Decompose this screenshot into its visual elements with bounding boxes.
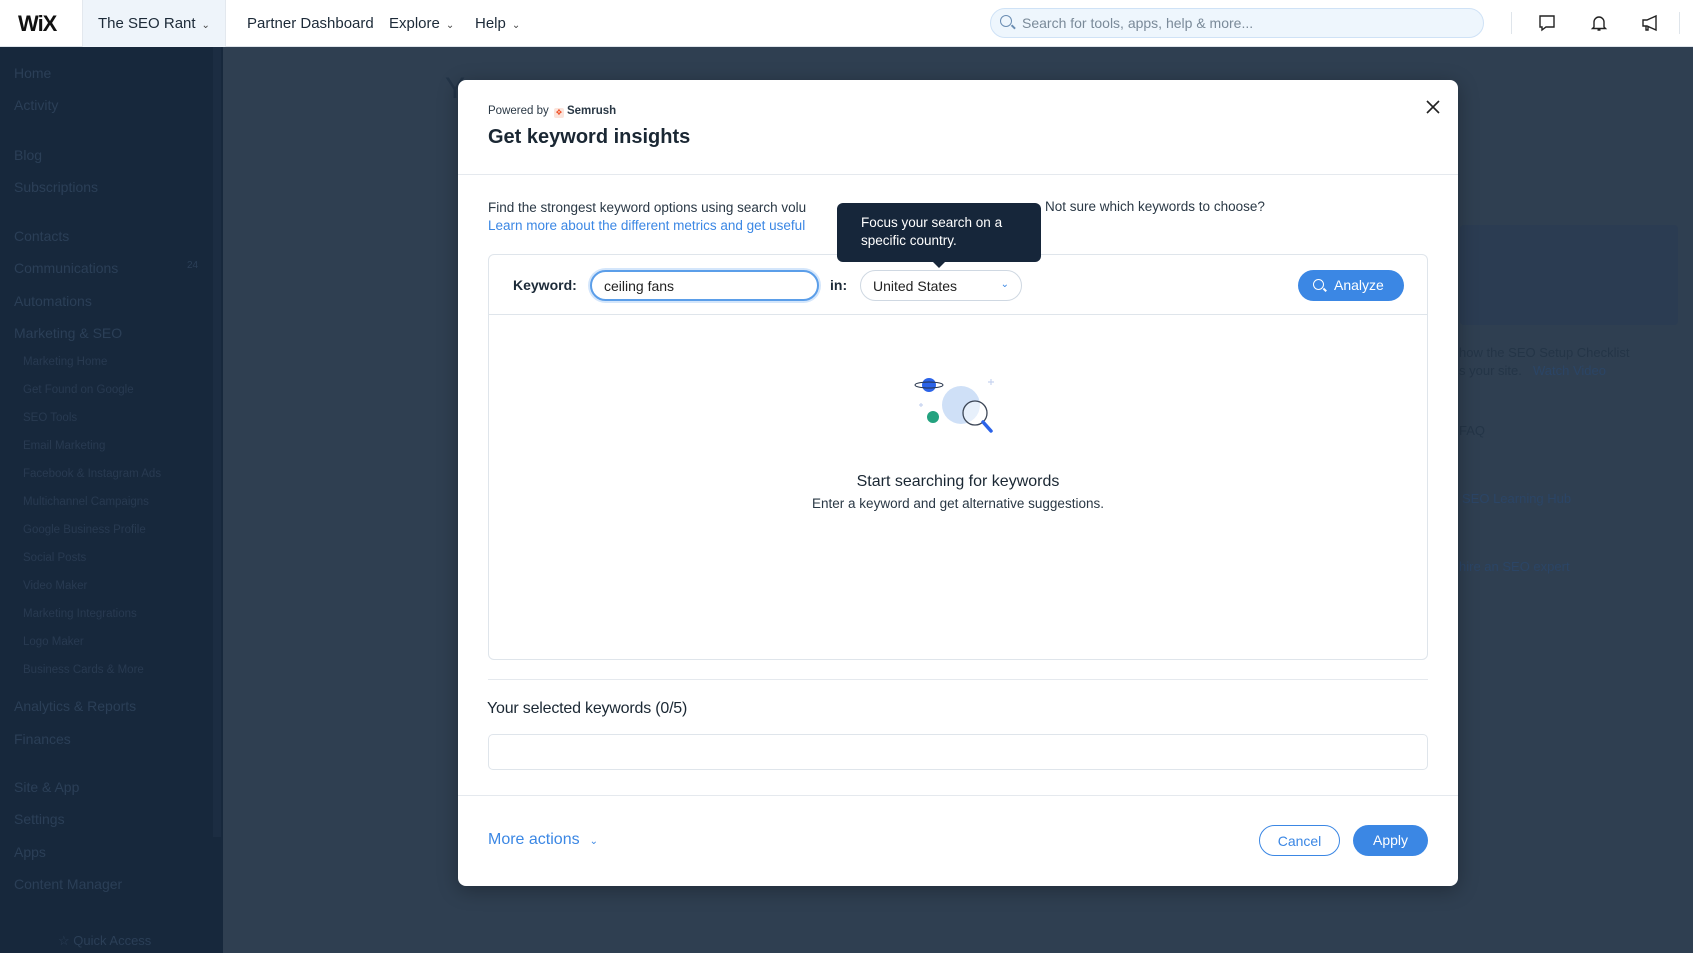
chevron-down-icon: ⌄ bbox=[1000, 279, 1009, 290]
sidebar-item-finances[interactable]: Finances bbox=[14, 731, 71, 747]
star-icon: ☆ bbox=[58, 933, 74, 948]
cancel-button[interactable]: Cancel bbox=[1259, 825, 1340, 856]
selected-keywords-title: Your selected keywords (0/5) bbox=[487, 700, 688, 717]
in-label: in: bbox=[830, 277, 848, 293]
search-icon bbox=[1313, 279, 1324, 290]
more-actions-label: More actions bbox=[488, 831, 580, 848]
powered-by: Powered by ❖ Semrush bbox=[488, 105, 616, 118]
sidebar-subitem[interactable]: Facebook & Instagram Ads bbox=[23, 468, 161, 480]
provider-name: Semrush bbox=[566, 105, 617, 117]
nav-help-label: Help bbox=[475, 15, 506, 32]
chevron-down-icon: ⌄ bbox=[201, 20, 210, 31]
divider bbox=[458, 795, 1458, 796]
sidebar-item-marketing-seo[interactable]: Marketing & SEO bbox=[14, 325, 122, 341]
nav-explore[interactable]: Explore ⌄ bbox=[389, 15, 454, 32]
keyword-search-row: Keyword: in: United States ⌄ Analyze bbox=[489, 255, 1427, 315]
communications-badge: 24 bbox=[187, 260, 199, 271]
nav-help[interactable]: Help ⌄ bbox=[475, 15, 520, 32]
site-name: The SEO Rant bbox=[98, 15, 196, 32]
checklist-illustration bbox=[1460, 225, 1678, 325]
keyword-insights-modal: Powered by ❖ Semrush Get keyword insights… bbox=[458, 80, 1458, 886]
sidebar-item-communications[interactable]: Communications bbox=[14, 260, 118, 276]
sidebar-item-activity[interactable]: Activity bbox=[14, 97, 58, 113]
search-icon bbox=[1000, 15, 1012, 27]
quick-access-label: Quick Access bbox=[73, 933, 152, 948]
keyword-input[interactable] bbox=[590, 270, 819, 301]
keyword-label: Keyword: bbox=[513, 277, 577, 293]
more-actions-button[interactable]: More actions ⌄ bbox=[488, 831, 598, 849]
sidebar-item-subscriptions[interactable]: Subscriptions bbox=[14, 179, 98, 195]
site-selector[interactable]: The SEO Rant ⌄ bbox=[82, 0, 226, 47]
description-end: Not sure which keywords to choose? bbox=[1045, 199, 1265, 214]
modal-title: Get keyword insights bbox=[488, 126, 691, 148]
bg-text: FAQ bbox=[1459, 423, 1486, 438]
bg-link[interactable]: hire an SEO expert bbox=[1459, 559, 1570, 574]
bg-text: s your site. bbox=[1459, 363, 1522, 378]
divider bbox=[488, 679, 1428, 680]
nav-partner-dashboard[interactable]: Partner Dashboard bbox=[247, 15, 374, 32]
sidebar-item-settings[interactable]: Settings bbox=[14, 811, 65, 827]
sidebar-item-apps[interactable]: Apps bbox=[14, 844, 46, 860]
top-bar: WiX The SEO Rant ⌄ Partner Dashboard Expl… bbox=[0, 0, 1693, 47]
analyze-label: Analyze bbox=[1334, 277, 1384, 293]
planet-search-illustration-icon bbox=[914, 378, 994, 433]
selected-keywords-box[interactable] bbox=[488, 734, 1428, 770]
divider bbox=[1511, 12, 1512, 34]
semrush-logo-icon: ❖ bbox=[553, 108, 564, 118]
search-input[interactable]: Search for tools, apps, help & more... bbox=[990, 8, 1484, 38]
powered-by-label: Powered by bbox=[488, 105, 549, 117]
bell-icon[interactable] bbox=[1589, 13, 1609, 33]
sidebar-subitem[interactable]: Marketing Integrations bbox=[23, 608, 137, 620]
country-select[interactable]: United States ⌄ bbox=[860, 270, 1022, 301]
sidebar-item-content-manager[interactable]: Content Manager bbox=[14, 876, 122, 892]
quick-access-button[interactable]: ☆ Quick Access bbox=[58, 933, 151, 949]
analyze-button[interactable]: Analyze bbox=[1298, 270, 1404, 301]
sidebar-item-contacts[interactable]: Contacts bbox=[14, 228, 69, 244]
divider bbox=[1679, 12, 1680, 34]
divider bbox=[458, 174, 1458, 175]
sidebar-subitem[interactable]: Video Maker bbox=[23, 580, 87, 592]
close-icon[interactable] bbox=[1423, 97, 1443, 117]
chevron-down-icon: ⌄ bbox=[445, 20, 455, 31]
empty-state-subtitle: Enter a keyword and get alternative sugg… bbox=[812, 496, 1104, 511]
sidebar-subitem[interactable]: Get Found on Google bbox=[23, 384, 134, 396]
sidebar-subitem[interactable]: Business Cards & More bbox=[23, 664, 144, 676]
learn-more-link[interactable]: Learn more about the different metrics a… bbox=[488, 218, 805, 233]
apply-button[interactable]: Apply bbox=[1353, 825, 1428, 856]
chevron-down-icon: ⌄ bbox=[589, 836, 598, 847]
empty-state-title: Start searching for keywords bbox=[856, 473, 1060, 490]
bg-text: how the SEO Setup Checklist bbox=[1459, 345, 1630, 360]
sidebar-item-home[interactable]: Home bbox=[14, 65, 51, 81]
sidebar-subitem[interactable]: Google Business Profile bbox=[23, 524, 146, 536]
sidebar-subitem[interactable]: Social Posts bbox=[23, 552, 86, 564]
sidebar-item-blog[interactable]: Blog bbox=[14, 147, 42, 163]
nav-explore-label: Explore bbox=[389, 15, 440, 32]
bg-link[interactable]: SEO Learning Hub bbox=[1462, 491, 1571, 506]
description-text: Find the strongest keyword options using… bbox=[488, 200, 807, 215]
country-value: United States bbox=[873, 278, 958, 294]
megaphone-icon[interactable] bbox=[1640, 13, 1660, 33]
chat-icon[interactable] bbox=[1537, 13, 1557, 33]
sidebar-item-analytics[interactable]: Analytics & Reports bbox=[14, 698, 136, 714]
watch-video-link[interactable]: Watch Video bbox=[1533, 363, 1606, 378]
sidebar-subitem[interactable]: Email Marketing bbox=[23, 440, 105, 452]
description: Find the strongest keyword options using… bbox=[488, 199, 806, 235]
keyword-search-panel: Keyword: in: United States ⌄ Analyze Star… bbox=[488, 254, 1428, 660]
sidebar-scrollbar[interactable] bbox=[213, 47, 221, 837]
sidebar-subitem[interactable]: Logo Maker bbox=[23, 636, 84, 648]
sidebar-item-automations[interactable]: Automations bbox=[14, 293, 92, 309]
sidebar-subitem[interactable]: SEO Tools bbox=[23, 412, 77, 424]
country-tooltip: Focus your search on a specific country. bbox=[837, 203, 1041, 268]
chevron-down-icon: ⌄ bbox=[511, 20, 521, 31]
sidebar-subitem[interactable]: Multichannel Campaigns bbox=[23, 496, 149, 508]
sidebar-subitem[interactable]: Marketing Home bbox=[23, 356, 107, 368]
wix-logo[interactable]: WiX bbox=[18, 11, 57, 37]
sidebar-item-site-app[interactable]: Site & App bbox=[14, 779, 79, 795]
search-placeholder: Search for tools, apps, help & more... bbox=[1022, 15, 1254, 31]
